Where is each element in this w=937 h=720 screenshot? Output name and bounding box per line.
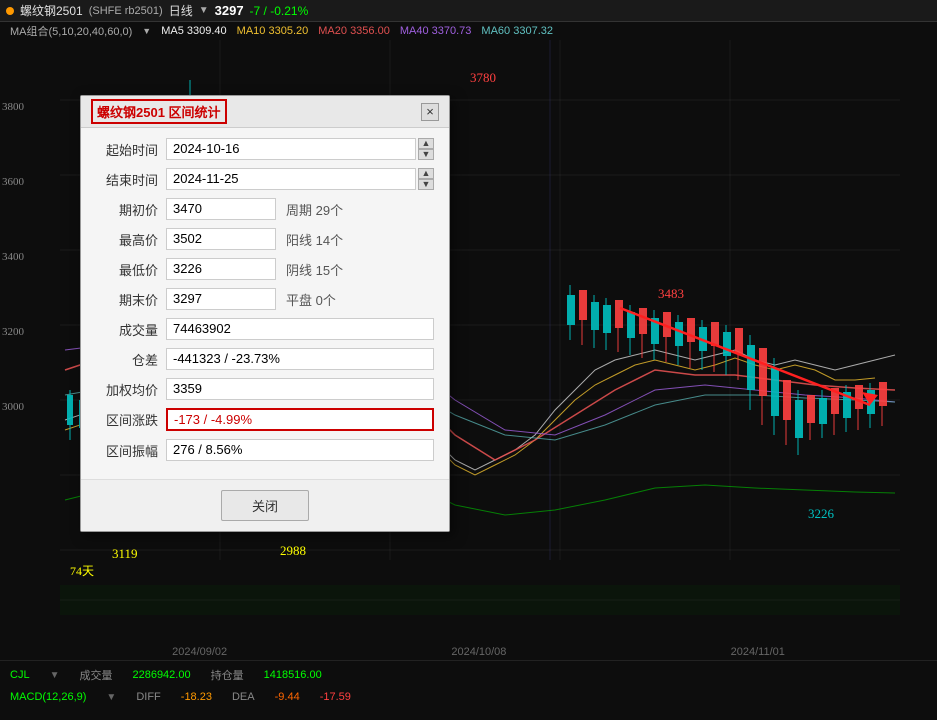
start-time-label: 起始时间 — [96, 140, 166, 159]
volume-row: 成交量 74463902 — [96, 318, 434, 340]
change-row: 区间涨跌 -173 / -4.99% — [96, 408, 434, 431]
change-value: -173 / -4.99% — [166, 408, 434, 431]
start-time-spinner[interactable]: ▲ ▼ — [418, 138, 434, 160]
open-price-value: 3470 — [166, 198, 276, 220]
spinner-up[interactable]: ▲ — [418, 138, 434, 149]
low-price-label: 最低价 — [96, 260, 166, 279]
high-price-row: 最高价 3502 阳线 14个 — [96, 228, 434, 250]
low-price-value: 3226 — [166, 258, 276, 280]
high-price-label: 最高价 — [96, 230, 166, 249]
high-price-value: 3502 — [166, 228, 276, 250]
oi-value: -441323 / -23.73% — [166, 348, 434, 370]
close-dialog-button[interactable]: 关闭 — [221, 490, 309, 521]
dialog-close-button[interactable]: × — [421, 103, 439, 121]
stats-dialog: 螺纹钢2501 区间统计 × 起始时间 2024-10-16 ▲ ▼ 结束时间 … — [80, 95, 450, 532]
close-price-label: 期末价 — [96, 290, 166, 309]
dialog-title: 螺纹钢2501 区间统计 — [91, 99, 227, 124]
spinner-up2[interactable]: ▲ — [418, 168, 434, 179]
volume-label: 成交量 — [96, 320, 166, 339]
change-label: 区间涨跌 — [96, 410, 166, 429]
close-price-value: 3297 — [166, 288, 276, 310]
range-value: 276 / 8.56% — [166, 439, 434, 461]
range-row: 区间振幅 276 / 8.56% — [96, 439, 434, 461]
start-time-value[interactable]: 2024-10-16 — [166, 138, 416, 160]
yin-label: 阴线 15个 — [286, 260, 343, 279]
volume-value: 74463902 — [166, 318, 434, 340]
open-price-row: 期初价 3470 周期 29个 — [96, 198, 434, 220]
end-time-spinner[interactable]: ▲ ▼ — [418, 168, 434, 190]
avg-price-label: 加权均价 — [96, 380, 166, 399]
start-time-row: 起始时间 2024-10-16 ▲ ▼ — [96, 138, 434, 160]
open-price-label: 期初价 — [96, 200, 166, 219]
end-time-label: 结束时间 — [96, 170, 166, 189]
modal-overlay: 螺纹钢2501 区间统计 × 起始时间 2024-10-16 ▲ ▼ 结束时间 … — [0, 0, 937, 720]
range-label: 区间振幅 — [96, 441, 166, 460]
close-price-row: 期末价 3297 平盘 0个 — [96, 288, 434, 310]
dialog-title-bar: 螺纹钢2501 区间统计 × — [81, 96, 449, 128]
avg-price-value: 3359 — [166, 378, 434, 400]
dialog-footer: 关闭 — [81, 479, 449, 531]
oi-row: 仓差 -441323 / -23.73% — [96, 348, 434, 370]
spinner-down[interactable]: ▼ — [418, 149, 434, 160]
flat-label: 平盘 0个 — [286, 290, 336, 309]
period-label: 周期 29个 — [286, 200, 343, 219]
end-time-row: 结束时间 2024-11-25 ▲ ▼ — [96, 168, 434, 190]
dialog-body: 起始时间 2024-10-16 ▲ ▼ 结束时间 2024-11-25 ▲ ▼ … — [81, 128, 449, 479]
oi-label: 仓差 — [96, 350, 166, 369]
spinner-down2[interactable]: ▼ — [418, 179, 434, 190]
yang-label: 阳线 14个 — [286, 230, 343, 249]
avg-price-row: 加权均价 3359 — [96, 378, 434, 400]
end-time-value[interactable]: 2024-11-25 — [166, 168, 416, 190]
low-price-row: 最低价 3226 阴线 15个 — [96, 258, 434, 280]
